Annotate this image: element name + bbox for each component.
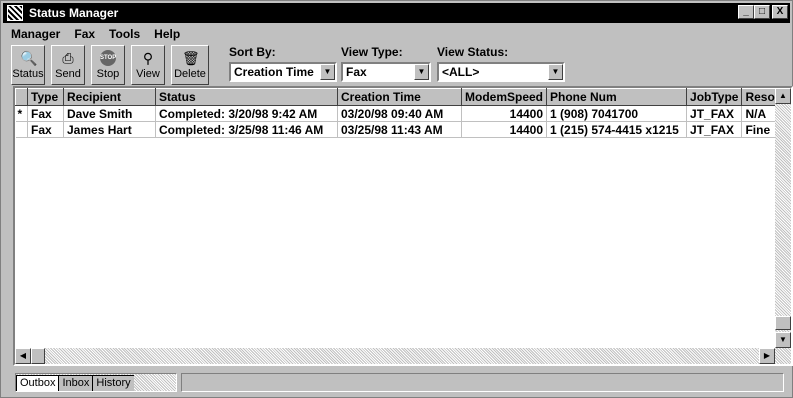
delete-button[interactable]: 🗑 Delete [171,45,209,85]
delete-button-label: Delete [174,68,206,80]
maximize-button[interactable]: □ [754,5,770,19]
menu-manager[interactable]: Manager [11,27,60,41]
minimize-button[interactable]: _ [738,5,754,19]
scroll-down-icon[interactable]: ▼ [775,332,791,348]
cell-type: Fax [27,121,64,138]
sort-by-value: Creation Time [234,65,314,79]
menu-help[interactable]: Help [154,27,180,41]
stop-button-label: Stop [96,68,120,80]
cell-job-type: JT_FAX [686,105,743,122]
scroll-up-icon[interactable]: ▲ [775,88,791,104]
tab-inbox[interactable]: Inbox [58,375,93,391]
menu-fax[interactable]: Fax [74,27,95,41]
chevron-down-icon[interactable]: ▼ [320,64,335,80]
send-button-label: Send [55,68,81,80]
view-type-value: Fax [346,65,367,79]
chevron-down-icon[interactable]: ▼ [414,64,429,80]
chevron-down-icon[interactable]: ▼ [548,64,563,80]
cell-status: Completed: 3/25/98 11:46 AM [155,121,338,138]
table-row[interactable]: Fax James Hart Completed: 3/25/98 11:46 … [15,121,783,138]
stop-icon: STOP [100,50,116,66]
scroll-right-icon[interactable]: ▶ [759,348,775,364]
cell-creation-time: 03/25/98 11:43 AM [337,121,462,138]
window-title: Status Manager [29,6,119,20]
menu-bar: Manager Fax Tools Help [3,24,180,43]
status-bar: Outbox Inbox History [3,371,790,395]
cell-creation-time: 03/20/98 09:40 AM [337,105,462,122]
column-header-marker[interactable] [15,88,28,106]
send-icon: ⎙ [62,50,74,66]
app-icon [7,5,23,21]
stop-button[interactable]: STOP Stop [91,45,125,85]
table-header-row: Type Recipient Status Creation Time Mode… [15,88,783,106]
horizontal-scrollbar[interactable]: ◀ ▶ [15,348,775,364]
column-header-creation-time[interactable]: Creation Time [337,88,462,106]
view-button[interactable]: ⚲ View [131,45,165,85]
view-status-select[interactable]: <ALL> ▼ [437,62,565,82]
cell-recipient: Dave Smith [63,105,156,122]
view-status-value: <ALL> [442,65,480,79]
cell-modem-speed: 14400 [461,121,548,138]
table-row[interactable]: * Fax Dave Smith Completed: 3/20/98 9:42… [15,105,783,122]
horizontal-scroll-thumb[interactable] [31,348,45,364]
row-marker: * [15,105,28,122]
status-manager-window: Status Manager _ □ X Manager Fax Tools H… [0,0,793,398]
tab-history[interactable]: History [92,375,134,391]
vertical-scrollbar[interactable]: ▲ ▼ [775,88,791,364]
view-status-label: View Status: [437,45,509,59]
close-button[interactable]: X [772,5,788,19]
tab-outbox[interactable]: Outbox [16,375,59,391]
view-type-select[interactable]: Fax ▼ [341,62,431,82]
title-bar[interactable]: Status Manager _ □ X [3,3,790,23]
sort-by-select[interactable]: Creation Time ▼ [229,62,337,82]
scroll-left-icon[interactable]: ◀ [15,348,31,364]
view-tabs: Outbox Inbox History [15,373,177,392]
view-button-label: View [136,68,160,80]
job-list[interactable]: Type Recipient Status Creation Time Mode… [13,86,793,366]
sort-by-label: Sort By: [229,45,276,59]
status-button-label: Status [12,68,44,80]
column-header-modem-speed[interactable]: ModemSpeed [460,88,548,106]
row-marker [15,121,28,138]
cell-phone-num: 1 (908) 7041700 [546,105,688,122]
vertical-scroll-thumb[interactable] [775,316,791,330]
send-button[interactable]: ⎙ Send [51,45,85,85]
cell-job-type: JT_FAX [686,121,743,138]
trash-icon: 🗑 [182,50,200,66]
column-header-job-type[interactable]: JobType [686,88,743,106]
magnifier-icon: ⚲ [142,50,154,66]
column-header-recipient[interactable]: Recipient [63,88,156,106]
column-header-phone-num[interactable]: Phone Num [546,88,688,106]
cell-recipient: James Hart [63,121,156,138]
cell-phone-num: 1 (215) 574-4415 x1215 [546,121,688,138]
status-panel [181,373,784,392]
column-header-type[interactable]: Type [27,88,64,106]
status-button[interactable]: 🔍 Status [11,45,45,85]
cell-status: Completed: 3/20/98 9:42 AM [155,105,338,122]
menu-tools[interactable]: Tools [109,27,140,41]
status-icon: 🔍 [20,50,38,66]
cell-modem-speed: 14400 [461,105,548,122]
toolbar: 🔍 Status ⎙ Send STOP Stop ⚲ View 🗑 Delet… [3,44,790,86]
view-type-label: View Type: [341,45,403,59]
cell-type: Fax [27,105,64,122]
column-header-status[interactable]: Status [155,88,338,106]
